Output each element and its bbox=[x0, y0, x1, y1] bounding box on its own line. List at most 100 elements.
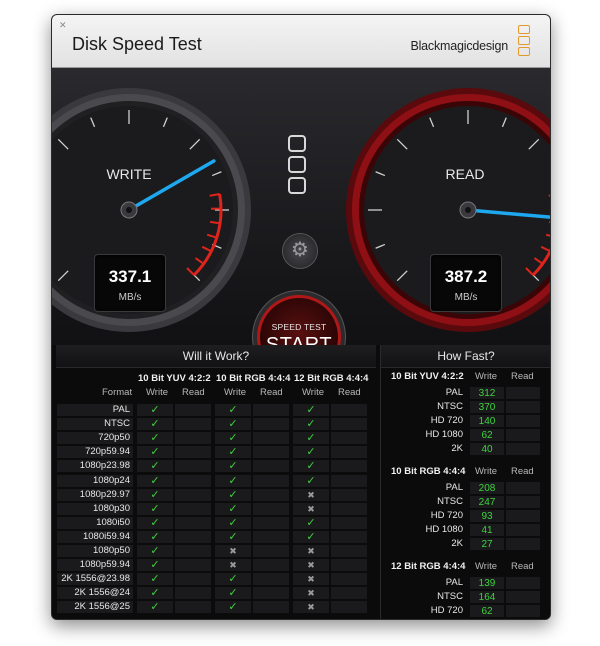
write-cell: ✓ bbox=[136, 417, 174, 432]
read-cell bbox=[252, 572, 290, 587]
write-cell: ✖ bbox=[292, 600, 330, 615]
write-speed-cell: 27 bbox=[469, 537, 505, 551]
read-speed-cell bbox=[505, 509, 541, 523]
write-speed-cell: 62 bbox=[469, 604, 505, 618]
read-cell bbox=[174, 586, 212, 601]
read-speed-cell bbox=[505, 400, 541, 414]
read-speed-cell bbox=[505, 428, 541, 442]
write-cell: ✓ bbox=[214, 487, 252, 502]
read-readout: 387.2 MB/s bbox=[430, 254, 502, 312]
write-cell: ✖ bbox=[292, 586, 330, 601]
format-label: 1080i50 bbox=[96, 516, 130, 528]
format-label: 1080p59.94 bbox=[79, 559, 130, 571]
gauge-area: WRITE 337.1 MB/s READ 387.2 MB/s ⚙ SPEED… bbox=[52, 68, 550, 379]
read-cell bbox=[330, 487, 368, 502]
write-cell: ✖ bbox=[292, 572, 330, 587]
write-cell: ✓ bbox=[214, 501, 252, 516]
read-cell bbox=[330, 459, 368, 474]
read-cell bbox=[252, 403, 290, 418]
write-speed-cell: 93 bbox=[469, 509, 505, 523]
write-speed-cell: 27 bbox=[469, 618, 505, 619]
read-gauge-label: READ bbox=[445, 166, 485, 182]
will-it-work-title: Will it Work? bbox=[56, 345, 376, 368]
read-cell bbox=[330, 501, 368, 516]
write-cell: ✓ bbox=[136, 459, 174, 474]
write-cell: ✓ bbox=[136, 515, 174, 530]
write-cell: ✓ bbox=[136, 544, 174, 559]
blackmagic-emblem-icon bbox=[288, 135, 310, 198]
read-cell bbox=[174, 431, 212, 446]
format-label: NTSC bbox=[104, 418, 130, 430]
read-column-header: Read bbox=[511, 561, 534, 572]
read-cell bbox=[252, 558, 290, 573]
read-speed-cell bbox=[505, 537, 541, 551]
app-title: Disk Speed Test bbox=[72, 34, 202, 54]
write-cell: ✓ bbox=[292, 529, 330, 544]
format-label: HD 720 bbox=[430, 510, 463, 521]
read-cell bbox=[174, 501, 212, 516]
read-column-header: Read bbox=[182, 387, 205, 398]
format-label: HD 720 bbox=[430, 415, 463, 426]
how-fast-title: How Fast? bbox=[381, 345, 550, 368]
write-cell: ✓ bbox=[136, 403, 174, 418]
write-column-header: Write bbox=[475, 371, 497, 382]
format-label: 1080p23.98 bbox=[79, 460, 130, 472]
write-cell: ✓ bbox=[214, 459, 252, 474]
format-label: NTSC bbox=[437, 496, 463, 507]
read-column-header: Read bbox=[511, 466, 534, 477]
write-speed-cell: 62 bbox=[469, 428, 505, 442]
write-readout: 337.1 MB/s bbox=[94, 254, 166, 312]
section-header: 10 Bit YUV 4:2:2 bbox=[391, 371, 464, 382]
read-cell bbox=[252, 544, 290, 559]
read-cell bbox=[330, 600, 368, 615]
close-icon[interactable]: ✕ bbox=[59, 21, 67, 30]
read-cell bbox=[174, 529, 212, 544]
read-speed-cell bbox=[505, 495, 541, 509]
read-speed-cell bbox=[505, 386, 541, 400]
group-header: 12 Bit RGB 4:4:4 bbox=[294, 373, 369, 384]
title-bar: ✕ Disk Speed Test Blackmagicdesign bbox=[52, 15, 550, 68]
start-button-caption: SPEED TEST bbox=[271, 322, 327, 332]
write-cell: ✓ bbox=[136, 572, 174, 587]
read-speed-value: 387.2 bbox=[444, 267, 488, 286]
app-window: ✕ Disk Speed Test Blackmagicdesign WRITE… bbox=[51, 14, 551, 620]
read-cell bbox=[174, 544, 212, 559]
read-cell bbox=[252, 586, 290, 601]
write-speed-cell: 312 bbox=[469, 386, 505, 400]
write-speed-cell: 247 bbox=[469, 495, 505, 509]
read-cell bbox=[330, 558, 368, 573]
read-speed-cell bbox=[505, 618, 541, 619]
read-speed-cell bbox=[505, 576, 541, 590]
write-cell: ✓ bbox=[292, 431, 330, 446]
write-cell: ✖ bbox=[292, 544, 330, 559]
write-cell: ✖ bbox=[292, 558, 330, 573]
write-cell: ✓ bbox=[214, 445, 252, 460]
read-speed-cell bbox=[505, 414, 541, 428]
format-label: 2K 1556@24 bbox=[74, 587, 130, 599]
format-label: HD 720 bbox=[430, 605, 463, 616]
format-column-header: Format bbox=[102, 387, 133, 398]
gear-icon[interactable]: ⚙ bbox=[282, 233, 318, 269]
write-cell: ✓ bbox=[136, 558, 174, 573]
write-speed-cell: 208 bbox=[469, 481, 505, 495]
read-cell bbox=[330, 529, 368, 544]
write-cell: ✓ bbox=[214, 572, 252, 587]
group-header: 10 Bit RGB 4:4:4 bbox=[216, 373, 291, 384]
write-cell: ✓ bbox=[292, 473, 330, 488]
write-cell: ✓ bbox=[292, 417, 330, 432]
write-column-header: Write bbox=[475, 561, 497, 572]
read-cell bbox=[330, 544, 368, 559]
read-cell bbox=[252, 600, 290, 615]
group-header: 10 Bit YUV 4:2:2 bbox=[138, 373, 211, 384]
format-label: HD 1080 bbox=[381, 619, 463, 620]
write-cell: ✓ bbox=[214, 417, 252, 432]
read-column-header: Read bbox=[511, 371, 534, 382]
write-cell: ✓ bbox=[292, 515, 330, 530]
format-label: 1080p30 bbox=[93, 502, 130, 514]
format-label: PAL bbox=[445, 577, 463, 588]
write-cell: ✓ bbox=[136, 473, 174, 488]
read-cell bbox=[252, 431, 290, 446]
format-label: PAL bbox=[445, 387, 463, 398]
write-cell: ✓ bbox=[214, 403, 252, 418]
write-speed-cell: 370 bbox=[469, 400, 505, 414]
